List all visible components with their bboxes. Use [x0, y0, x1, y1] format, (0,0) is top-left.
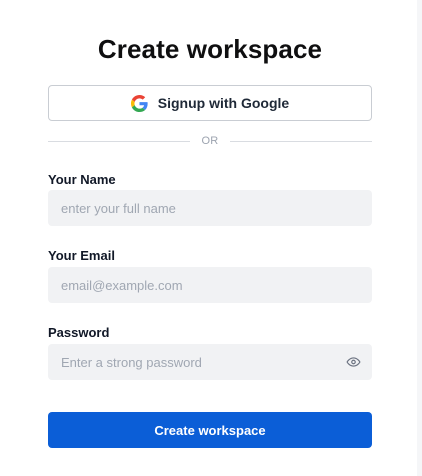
password-input[interactable] [48, 344, 372, 380]
name-field-container [48, 190, 372, 226]
divider-line-left [48, 140, 191, 142]
name-label: Your Name [48, 172, 116, 187]
email-input[interactable] [48, 267, 372, 303]
google-icon [130, 94, 148, 112]
password-field-container [48, 344, 372, 380]
eye-icon[interactable] [346, 355, 361, 369]
email-label: Your Email [48, 248, 115, 263]
google-signup-button[interactable]: Signup with Google [48, 85, 372, 121]
create-workspace-button[interactable]: Create workspace [48, 412, 372, 448]
email-field-container [48, 267, 372, 303]
signup-card: Create workspace Signup with Google OR Y… [0, 0, 417, 476]
password-label: Password [48, 325, 110, 340]
divider-line-right [229, 140, 373, 142]
google-signup-label: Signup with Google [157, 95, 290, 111]
name-input[interactable] [48, 190, 372, 226]
divider-text: OR [201, 135, 219, 147]
page-title: Create workspace [97, 34, 323, 64]
or-divider: OR [48, 131, 373, 151]
